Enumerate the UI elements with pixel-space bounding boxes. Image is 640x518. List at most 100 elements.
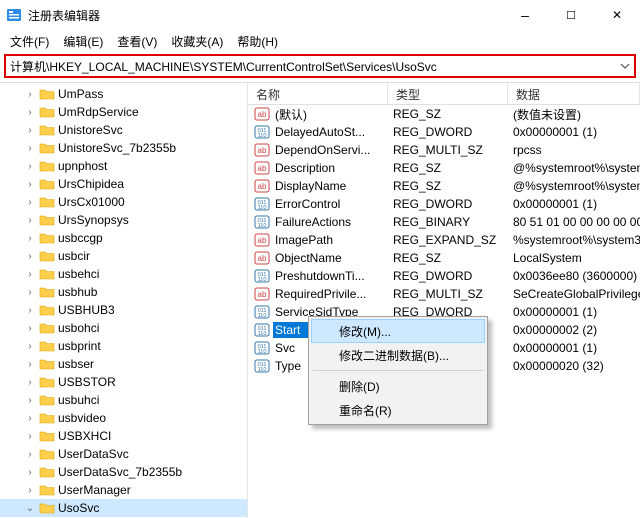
col-header-data[interactable]: 数据 bbox=[508, 83, 640, 104]
value-icon: ab bbox=[254, 142, 270, 158]
svg-text:ab: ab bbox=[258, 164, 267, 173]
svg-text:ab: ab bbox=[258, 236, 267, 245]
value-data: 0x00000001 (1) bbox=[505, 125, 640, 139]
maximize-button[interactable]: ☐ bbox=[548, 0, 594, 30]
svg-text:ab: ab bbox=[258, 110, 267, 119]
tree-item[interactable]: › usbohci bbox=[0, 319, 247, 337]
expand-icon[interactable]: › bbox=[24, 233, 36, 244]
tree-item-label: UsoSvc bbox=[58, 501, 99, 515]
close-button[interactable]: ✕ bbox=[594, 0, 640, 30]
tree-item[interactable]: ›UserDataSvc_7b2355b bbox=[0, 463, 247, 481]
menu-favorites[interactable]: 收藏夹(A) bbox=[165, 31, 229, 52]
ctx-rename[interactable]: 重命名(R) bbox=[311, 398, 485, 422]
expand-icon[interactable]: › bbox=[24, 467, 36, 478]
menu-file[interactable]: 文件(F) bbox=[4, 31, 55, 52]
tree-item[interactable]: › USBHUB3 bbox=[0, 301, 247, 319]
tree-item[interactable]: ›usbuhci bbox=[0, 391, 247, 409]
tree-item-label: UmPass bbox=[58, 87, 103, 101]
expand-icon[interactable]: › bbox=[24, 161, 36, 172]
expand-icon[interactable]: › bbox=[24, 413, 36, 424]
value-name: DelayedAutoSt... bbox=[273, 124, 385, 140]
value-row[interactable]: 011110ErrorControlREG_DWORD0x00000001 (1… bbox=[248, 195, 640, 213]
menu-view[interactable]: 查看(V) bbox=[111, 31, 163, 52]
expand-icon[interactable]: › bbox=[24, 215, 36, 226]
expand-icon[interactable]: › bbox=[24, 197, 36, 208]
values-panel: 名称 类型 数据 ab(默认)REG_SZ(数值未设置)011110Delaye… bbox=[248, 83, 640, 518]
tree-item[interactable]: ›UmRdpService bbox=[0, 103, 247, 121]
expand-icon[interactable]: › bbox=[24, 287, 36, 298]
tree-item[interactable]: ›UrsChipidea bbox=[0, 175, 247, 193]
tree-item[interactable]: ›USBSTOR bbox=[0, 373, 247, 391]
col-header-type[interactable]: 类型 bbox=[388, 83, 508, 104]
value-row[interactable]: abDisplayNameREG_SZ@%systemroot%\system3… bbox=[248, 177, 640, 195]
tree-panel[interactable]: › UmPass ›UmRdpService›UnistoreSvc›Unistor… bbox=[0, 83, 248, 518]
expand-icon[interactable]: › bbox=[24, 359, 36, 370]
expand-icon[interactable]: › bbox=[24, 485, 36, 496]
svg-text:ab: ab bbox=[258, 254, 267, 263]
tree-item[interactable]: ›usbccgp bbox=[0, 229, 247, 247]
value-row[interactable]: abImagePathREG_EXPAND_SZ%systemroot%\sys… bbox=[248, 231, 640, 249]
value-row[interactable]: 011110FailureActionsREG_BINARY80 51 01 0… bbox=[248, 213, 640, 231]
tree-item[interactable]: ›UserDataSvc bbox=[0, 445, 247, 463]
address-path[interactable]: 计算机\HKEY_LOCAL_MACHINE\SYSTEM\CurrentCon… bbox=[6, 58, 616, 75]
ctx-modify-binary[interactable]: 修改二进制数据(B)... bbox=[311, 343, 485, 367]
minimize-button[interactable]: – bbox=[502, 0, 548, 30]
value-icon: 011110 bbox=[254, 358, 270, 374]
value-name: DependOnServi... bbox=[273, 142, 385, 158]
app-icon bbox=[6, 7, 22, 23]
expand-icon[interactable]: › bbox=[24, 125, 36, 136]
tree-item[interactable]: ›usbprint bbox=[0, 337, 247, 355]
tree-item[interactable]: ›UserManager bbox=[0, 481, 247, 499]
value-row[interactable]: ab(默认)REG_SZ(数值未设置) bbox=[248, 105, 640, 123]
tree-item[interactable]: ›UnistoreSvc_7b2355b bbox=[0, 139, 247, 157]
tree-item[interactable]: › UmPass bbox=[0, 85, 247, 103]
value-row[interactable]: abDependOnServi...REG_MULTI_SZrpcss bbox=[248, 141, 640, 159]
expand-icon[interactable]: › bbox=[24, 341, 36, 352]
expand-icon[interactable]: › bbox=[24, 179, 36, 190]
address-dropdown-icon[interactable] bbox=[616, 61, 634, 71]
tree-item[interactable]: ›UnistoreSvc bbox=[0, 121, 247, 139]
tree-item-label: usbohci bbox=[58, 321, 99, 335]
expand-icon[interactable]: › bbox=[24, 431, 36, 442]
expand-icon[interactable]: › bbox=[24, 269, 36, 280]
tree-item[interactable]: ›upnphost bbox=[0, 157, 247, 175]
expand-icon[interactable]: › bbox=[24, 107, 36, 118]
value-icon: ab bbox=[254, 286, 270, 302]
value-row[interactable]: abObjectNameREG_SZLocalSystem bbox=[248, 249, 640, 267]
tree-item[interactable]: ›UrsSynopsys bbox=[0, 211, 247, 229]
expand-icon[interactable]: ⌄ bbox=[24, 503, 36, 514]
ctx-delete[interactable]: 删除(D) bbox=[311, 374, 485, 398]
tree-item-label: USBHUB3 bbox=[58, 303, 115, 317]
value-row[interactable]: 011110DelayedAutoSt...REG_DWORD0x0000000… bbox=[248, 123, 640, 141]
list-header: 名称 类型 数据 bbox=[248, 83, 640, 105]
value-row[interactable]: abRequiredPrivile...REG_MULTI_SZSeCreate… bbox=[248, 285, 640, 303]
tree-item[interactable]: ›UrsCx01000 bbox=[0, 193, 247, 211]
value-type: REG_SZ bbox=[385, 161, 505, 175]
value-row[interactable]: 011110PreshutdownTi...REG_DWORD0x0036ee8… bbox=[248, 267, 640, 285]
expand-icon[interactable]: › bbox=[24, 251, 36, 262]
menu-edit[interactable]: 编辑(E) bbox=[57, 31, 109, 52]
tree-item[interactable]: ›usbser bbox=[0, 355, 247, 373]
value-row[interactable]: abDescriptionREG_SZ@%systemroot%\system3… bbox=[248, 159, 640, 177]
menu-help[interactable]: 帮助(H) bbox=[231, 31, 284, 52]
tree-item[interactable]: ⌄ UsoSvc bbox=[0, 499, 247, 517]
expand-icon[interactable]: › bbox=[24, 395, 36, 406]
tree-item[interactable]: ›usbehci bbox=[0, 265, 247, 283]
value-name: DisplayName bbox=[273, 178, 385, 194]
expand-icon[interactable]: › bbox=[24, 89, 36, 100]
value-icon: 011110 bbox=[254, 196, 270, 212]
expand-icon[interactable]: › bbox=[24, 449, 36, 460]
folder-icon bbox=[39, 339, 55, 353]
address-bar[interactable]: 计算机\HKEY_LOCAL_MACHINE\SYSTEM\CurrentCon… bbox=[4, 54, 636, 78]
tree-item[interactable]: ›USBXHCI bbox=[0, 427, 247, 445]
col-header-name[interactable]: 名称 bbox=[248, 83, 388, 104]
tree-item[interactable]: ›usbvideo bbox=[0, 409, 247, 427]
tree-item[interactable]: ›usbcir bbox=[0, 247, 247, 265]
expand-icon[interactable]: › bbox=[24, 323, 36, 334]
ctx-modify[interactable]: 修改(M)... bbox=[311, 319, 485, 343]
folder-icon bbox=[39, 231, 55, 245]
expand-icon[interactable]: › bbox=[24, 377, 36, 388]
expand-icon[interactable]: › bbox=[24, 305, 36, 316]
expand-icon[interactable]: › bbox=[24, 143, 36, 154]
tree-item[interactable]: ›usbhub bbox=[0, 283, 247, 301]
